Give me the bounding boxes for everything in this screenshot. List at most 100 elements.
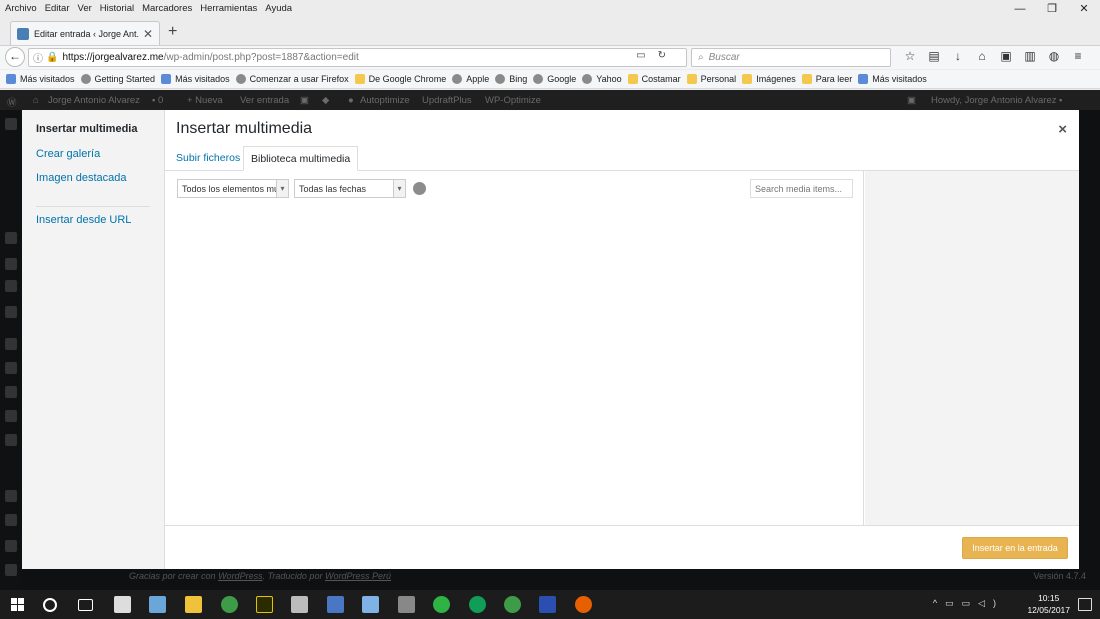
search-media-input[interactable]: Search media items... [750,179,853,198]
menu-insert-media[interactable]: Insertar multimedia [36,123,137,135]
menu-insert-from-url[interactable]: Insertar desde URL [36,214,131,226]
chrome-icon[interactable] [221,596,238,613]
hangouts-icon[interactable] [469,596,486,613]
collapse-icon[interactable] [5,564,17,576]
reading-list-icon[interactable]: ▥ [1018,49,1042,63]
menu-marcadores[interactable]: Marcadores [137,3,195,14]
wordfence-icon[interactable]: ◆ [322,95,329,106]
yoast-menu-icon[interactable] [5,490,17,502]
hamburger-menu-icon[interactable]: ≡ [1066,49,1090,63]
plugins-icon[interactable] [5,362,17,374]
media-type-filter[interactable]: Todos los elementos mu ▾ [177,179,289,198]
bookmark-item[interactable]: Más visitados [161,74,230,84]
bookmark-item[interactable]: Bing [495,74,527,84]
info-icon[interactable]: ⓘ [33,50,43,65]
clipboard-icon[interactable]: ▤ [922,49,946,63]
close-icon[interactable]: × [1058,121,1067,138]
view-post-link[interactable]: Ver entrada [240,95,289,106]
wordpress-logo-icon[interactable]: Ⓦ [7,95,17,109]
search-bar[interactable]: ⌕ Buscar [691,48,891,67]
menu-featured-image[interactable]: Imagen destacada [36,172,127,184]
notification-icon[interactable]: ▣ [907,95,916,106]
home-icon[interactable]: ⌂ [33,95,39,106]
tab-media-library[interactable]: Biblioteca multimedia [243,146,359,171]
browser-tab[interactable]: Editar entrada ‹ Jorge Ant... ✕ [10,21,160,45]
updraftplus-link[interactable]: UpdraftPlus [422,95,472,106]
fireworks-icon[interactable] [256,596,273,613]
comments-icon[interactable]: ▪ 0 [152,95,163,106]
appearance-icon[interactable] [5,338,17,350]
wordpress-link[interactable]: WordPress [218,571,263,581]
site-name[interactable]: Jorge Antonio Alvarez [48,95,140,106]
bookmark-item[interactable]: Imágenes [742,74,796,84]
insert-into-post-button[interactable]: Insertar en la entrada [962,537,1068,559]
tools-icon[interactable] [5,410,17,422]
menu-editar[interactable]: Editar [40,3,73,14]
windows-start-icon[interactable] [11,598,24,611]
file-explorer-icon[interactable] [185,596,202,613]
minimize-icon[interactable]: — [1004,0,1036,18]
bookmark-item[interactable]: Google [533,74,576,84]
new-tab-icon[interactable]: + [168,23,177,41]
menu-historial[interactable]: Historial [95,3,137,14]
download-icon[interactable]: ↓ [946,49,970,63]
notifications-icon[interactable] [1078,598,1092,611]
bookmark-item[interactable]: Apple [452,74,489,84]
url-bar[interactable]: ⓘ 🔒 https://jorgealvarez.me /wp-admin/po… [28,48,687,67]
yoast-icon[interactable]: ▣ [300,95,309,106]
pin-icon[interactable] [5,118,17,130]
close-tab-icon[interactable]: ✕ [143,27,153,41]
howdy-link[interactable]: Howdy, Jorge Antonio Alvarez [931,95,1057,106]
firefox-icon[interactable] [575,596,592,613]
new-content-link[interactable]: + Nueva [187,95,223,106]
security-icon[interactable] [5,514,17,526]
wordpress-peru-link[interactable]: WordPress Perú [325,571,391,581]
app-icon[interactable] [362,596,379,613]
addon-icon[interactable]: ▣ [994,49,1018,63]
bookmark-item[interactable]: Comenzar a usar Firefox [235,74,349,84]
users-icon[interactable] [5,386,17,398]
store-icon[interactable] [114,596,131,613]
menu-ver[interactable]: Ver [73,3,95,14]
bookmark-item[interactable]: Más visitados [858,74,927,84]
bookmark-item[interactable]: Más visitados [6,74,75,84]
menu-archivo[interactable]: Archivo [0,3,40,14]
chrome-icon[interactable] [504,596,521,613]
system-tray-icons[interactable]: ^▭▭◁) [933,598,1004,609]
restore-icon[interactable]: ❐ [1036,0,1068,18]
bookmark-item[interactable]: Yahoo [582,74,622,84]
task-view-icon[interactable] [78,599,93,611]
app-icon[interactable] [327,596,344,613]
gear-icon[interactable] [5,540,17,552]
menu-herramientas[interactable]: Herramientas [195,3,260,14]
menu-create-gallery[interactable]: Crear galería [36,148,100,160]
bookmark-star-icon[interactable]: ☆ [898,49,922,63]
wp-optimize-link[interactable]: WP-Optimize [485,95,541,106]
autoptimize-link[interactable]: Autoptimize [360,95,410,106]
app-icon[interactable] [398,596,415,613]
app-icon[interactable] [539,596,556,613]
bookmark-item[interactable]: Getting Started [80,74,155,84]
settings-icon[interactable] [5,434,17,446]
home-icon[interactable]: ⌂ [970,49,994,63]
menu-ayuda[interactable]: Ayuda [260,3,295,14]
date-filter[interactable]: Todas las fechas ▾ [294,179,406,198]
back-arrow-icon[interactable]: ← [5,47,25,67]
clock[interactable]: 10:15 12/05/2017 [1027,592,1070,616]
tab-upload-files[interactable]: Subir ficheros [169,146,247,171]
whatsapp-icon[interactable] [433,596,450,613]
page-icon[interactable] [5,258,17,270]
cortana-icon[interactable] [43,598,57,612]
bookmark-item[interactable]: Para leer [801,74,852,84]
form-icon[interactable] [5,306,17,318]
media-icon[interactable] [5,232,17,244]
app-icon[interactable] [149,596,166,613]
calculator-icon[interactable] [291,596,308,613]
reader-reload-icons[interactable]: ▭↻ [636,50,678,61]
comments-icon[interactable] [5,280,17,292]
extension-icon[interactable]: ◍ [1042,49,1066,63]
bookmark-item[interactable]: Personal [686,74,736,84]
avatar[interactable]: ▪ [1059,95,1062,106]
bookmark-item[interactable]: Costamar [627,74,681,84]
bookmark-item[interactable]: De Google Chrome [354,74,446,84]
